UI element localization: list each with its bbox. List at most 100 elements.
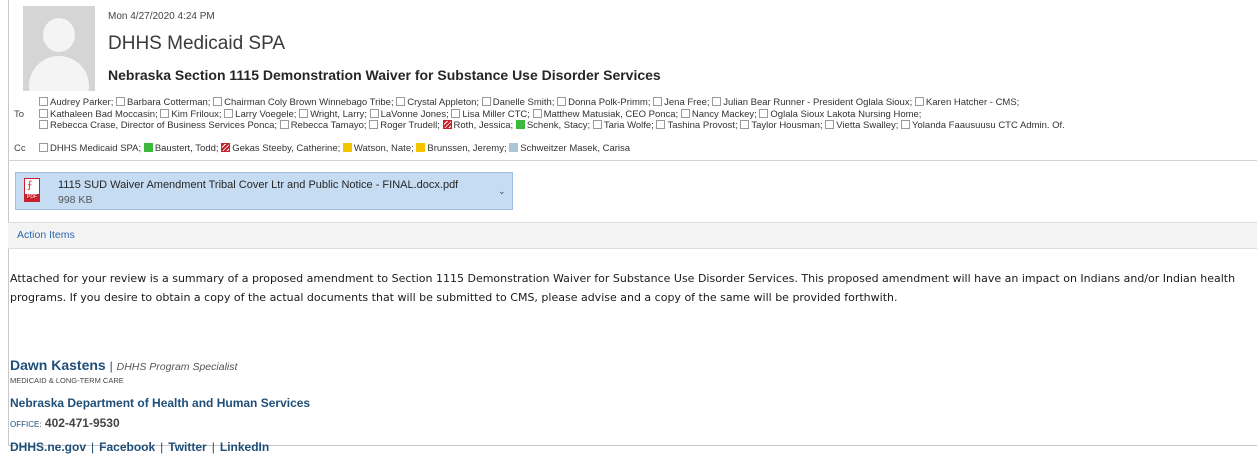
recipient[interactable]: Kathaleen Bad Moccasin;: [39, 108, 158, 120]
category-swatch: [740, 120, 750, 129]
recipient[interactable]: Oglala Sioux Lakota Nursing Home;: [759, 108, 922, 120]
recipient[interactable]: Audrey Parker;: [39, 97, 113, 108]
signature-title: DHHS Program Specialist: [116, 361, 238, 373]
recipient-name: DHHS Medicaid SPA;: [50, 143, 142, 154]
recipient[interactable]: Crystal Appleton;: [396, 97, 479, 108]
recipient-name: Brunssen, Jeremy;: [427, 143, 507, 154]
to-recipients: Audrey Parker; Barbara Cotterman; Chairm…: [39, 97, 1249, 132]
recipient-name: Vietta Swalley;: [836, 120, 899, 131]
category-swatch: [759, 108, 769, 118]
recipient[interactable]: Taylor Housman;: [740, 120, 823, 131]
recipient[interactable]: LaVonne Jones;: [369, 108, 449, 120]
recipient-name: Danelle Smith;: [492, 97, 555, 108]
recipient[interactable]: Barbara Cotterman;: [116, 97, 210, 108]
recipient-name: Oglala Sioux Lakota Nursing Home;: [770, 108, 922, 120]
recipient[interactable]: Roger Trudell;: [369, 120, 440, 131]
sent-date: Mon 4/27/2020 4:24 PM: [108, 11, 215, 22]
recipient[interactable]: Brunssen, Jeremy;: [416, 143, 507, 154]
recipient[interactable]: Schenk, Stacy;: [515, 120, 590, 131]
recipient[interactable]: Gekas Steeby, Catherine;: [221, 143, 340, 154]
category-swatch: [342, 143, 352, 152]
recipient-name: Lisa Miller CTC;: [462, 108, 530, 120]
recipient[interactable]: Baustert, Todd;: [143, 143, 219, 154]
recipient-name: Jena Free;: [664, 97, 710, 108]
phone-label: OFFICE:: [10, 420, 42, 429]
to-label: To: [14, 109, 25, 120]
recipient-name: Nancy Mackey;: [691, 108, 757, 120]
category-swatch: [451, 108, 461, 118]
sender-avatar[interactable]: [23, 6, 95, 91]
recipient-name: Rebecca Tamayo;: [290, 120, 367, 131]
recipient-name: Donna Polk-Primm;: [568, 97, 651, 108]
category-swatch: [39, 108, 48, 118]
category-swatch: [116, 97, 126, 106]
recipient-name: Kim Friloux;: [171, 108, 222, 120]
sender-name[interactable]: DHHS Medicaid SPA: [108, 33, 285, 55]
recipient[interactable]: Larry Voegele;: [224, 108, 296, 120]
cc-label: Cc: [14, 143, 26, 154]
recipient[interactable]: Donna Polk-Primm;: [557, 97, 650, 108]
recipient-name: Rebecca Crase, Director of Business Serv…: [50, 120, 278, 131]
cc-recipients: DHHS Medicaid SPA; Baustert, Todd; Gekas…: [39, 143, 1249, 154]
recipient[interactable]: Jena Free;: [653, 97, 710, 108]
recipient[interactable]: Lisa Miller CTC;: [451, 108, 530, 120]
recipient[interactable]: Kim Friloux;: [160, 108, 222, 120]
action-items-label[interactable]: Action Items: [17, 229, 75, 241]
category-swatch: [509, 143, 519, 152]
recipient[interactable]: Rebecca Tamayo;: [279, 120, 367, 131]
category-swatch: [279, 120, 289, 129]
recipient[interactable]: DHHS Medicaid SPA;: [39, 143, 141, 154]
recipient[interactable]: Julian Bear Runner - President Oglala Si…: [712, 97, 912, 108]
recipient[interactable]: Watson, Nate;: [342, 143, 414, 154]
chevron-down-icon[interactable]: ⌄: [498, 186, 506, 197]
action-items-bar[interactable]: Action Items: [8, 222, 1257, 249]
recipient-name: Matthew Matusiak, CEO Ponca;: [543, 108, 679, 120]
category-swatch: [369, 108, 379, 118]
category-swatch: [369, 120, 379, 129]
recipient[interactable]: Roth, Jessica;: [442, 120, 514, 131]
category-swatch: [396, 97, 406, 106]
category-swatch: [221, 143, 231, 152]
category-swatch: [39, 143, 48, 152]
email-body-text: Attached for your review is a summary of…: [10, 272, 1236, 304]
recipient-name: Barbara Cotterman;: [127, 97, 211, 108]
recipient-name: Julian Bear Runner - President Oglala Si…: [723, 97, 913, 108]
phone-number: 402-471-9530: [44, 416, 120, 430]
category-swatch: [712, 97, 722, 106]
recipient[interactable]: Yolanda Faausuusu CTC Admin. Of.: [901, 120, 1065, 131]
category-swatch: [481, 97, 491, 106]
signature-separator: |: [109, 359, 113, 373]
avatar-head-shape: [43, 18, 75, 52]
recipient-name: Schweitzer Masek, Carisa: [520, 143, 631, 154]
recipient-name: Roth, Jessica;: [453, 120, 514, 131]
recipient[interactable]: Chairman Coly Brown Winnebago Tribe;: [213, 97, 394, 108]
recipient[interactable]: Danelle Smith;: [481, 97, 555, 108]
category-swatch: [442, 120, 452, 129]
recipient[interactable]: Matthew Matusiak, CEO Ponca;: [532, 108, 679, 120]
category-swatch: [143, 143, 153, 152]
recipient[interactable]: Rebecca Crase, Director of Business Serv…: [39, 120, 277, 131]
category-swatch: [39, 97, 48, 106]
category-swatch: [680, 108, 690, 118]
recipient-name: Audrey Parker;: [50, 97, 114, 108]
category-swatch: [656, 120, 666, 129]
attachment-item[interactable]: ⨍ PDF 1115 SUD Waiver Amendment Tribal C…: [15, 172, 513, 210]
recipient[interactable]: Schweitzer Masek, Carisa: [509, 143, 630, 154]
recipient[interactable]: Karen Hatcher - CMS;: [914, 97, 1019, 108]
recipient-name: Crystal Appleton;: [407, 97, 480, 108]
signature-name-line: Dawn Kastens | DHHS Program Specialist: [10, 357, 237, 373]
recipient[interactable]: Nancy Mackey;: [680, 108, 757, 120]
pdf-file-icon: ⨍ PDF: [24, 178, 40, 202]
acrobat-symbol-icon: ⨍: [27, 180, 33, 191]
category-swatch: [592, 120, 602, 129]
category-swatch: [653, 97, 663, 106]
category-swatch: [213, 97, 223, 106]
category-swatch: [901, 120, 911, 129]
recipient[interactable]: Taria Wolfe;: [592, 120, 654, 131]
recipient[interactable]: Wright, Larry;: [299, 108, 367, 120]
recipient[interactable]: Vietta Swalley;: [825, 120, 898, 131]
category-swatch: [914, 97, 924, 106]
header-divider: [8, 160, 1257, 161]
category-swatch: [416, 143, 426, 152]
recipient[interactable]: Tashina Provost;: [656, 120, 738, 131]
